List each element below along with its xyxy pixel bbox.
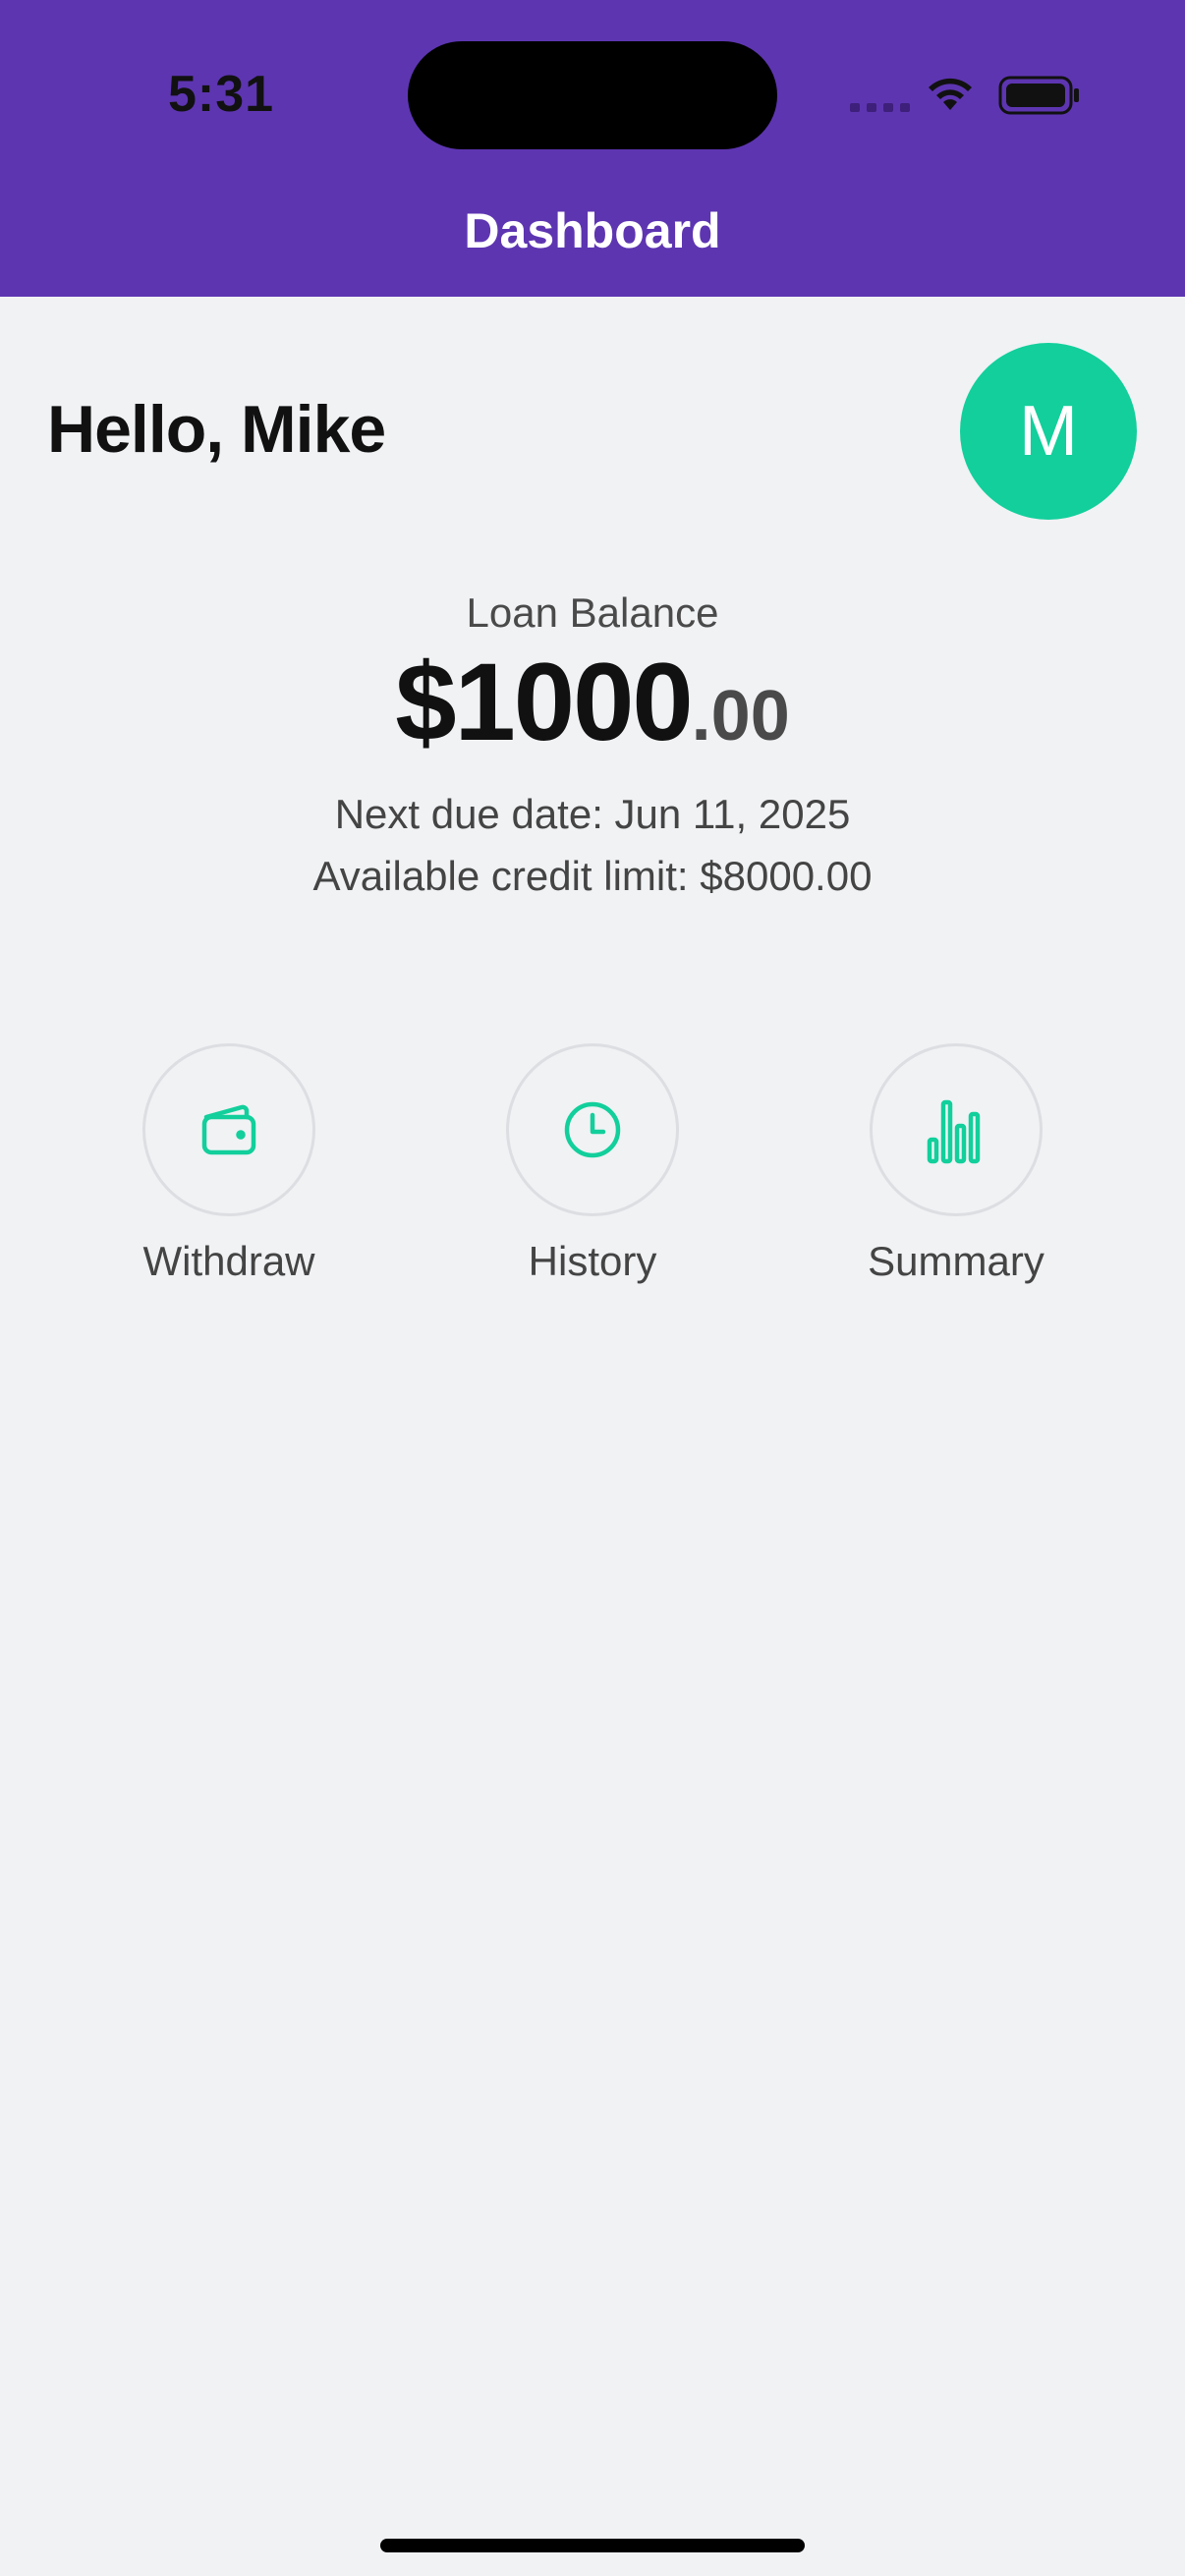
bar-chart-icon [927, 1099, 981, 1164]
status-time: 5:31 [168, 66, 275, 123]
balance-amount-cents: .00 [691, 677, 790, 756]
clock-icon [564, 1101, 621, 1158]
history-action[interactable]: History [475, 1043, 710, 1285]
summary-button[interactable] [870, 1043, 1043, 1216]
loan-balance-label: Loan Balance [466, 589, 719, 636]
available-credit-limit: Available credit limit: $8000.00 [312, 853, 873, 899]
summary-action[interactable]: Summary [838, 1043, 1074, 1285]
avatar[interactable]: M [960, 343, 1137, 520]
wifi-icon [929, 78, 972, 110]
greeting-text: Hello, Mike [47, 392, 386, 467]
history-label: History [528, 1238, 657, 1284]
loan-balance-amount: $1000.00 [0, 639, 1185, 765]
wallet-icon [201, 1104, 256, 1155]
cellular-signal-icon [850, 103, 910, 112]
app-header: 5:31 Dashboard [0, 0, 1185, 297]
withdraw-label: Withdraw [142, 1238, 315, 1284]
summary-label: Summary [868, 1238, 1044, 1284]
balance-amount-main: $1000 [395, 641, 693, 763]
home-indicator[interactable] [380, 2539, 805, 2552]
history-button[interactable] [506, 1043, 679, 1216]
withdraw-action[interactable]: Withdraw [111, 1043, 347, 1285]
page-title: Dashboard [464, 203, 721, 258]
dynamic-island [408, 41, 777, 149]
avatar-initial: M [1019, 392, 1078, 471]
battery-icon [998, 76, 1079, 115]
next-due-date: Next due date: Jun 11, 2025 [334, 791, 851, 837]
withdraw-button[interactable] [142, 1043, 315, 1216]
